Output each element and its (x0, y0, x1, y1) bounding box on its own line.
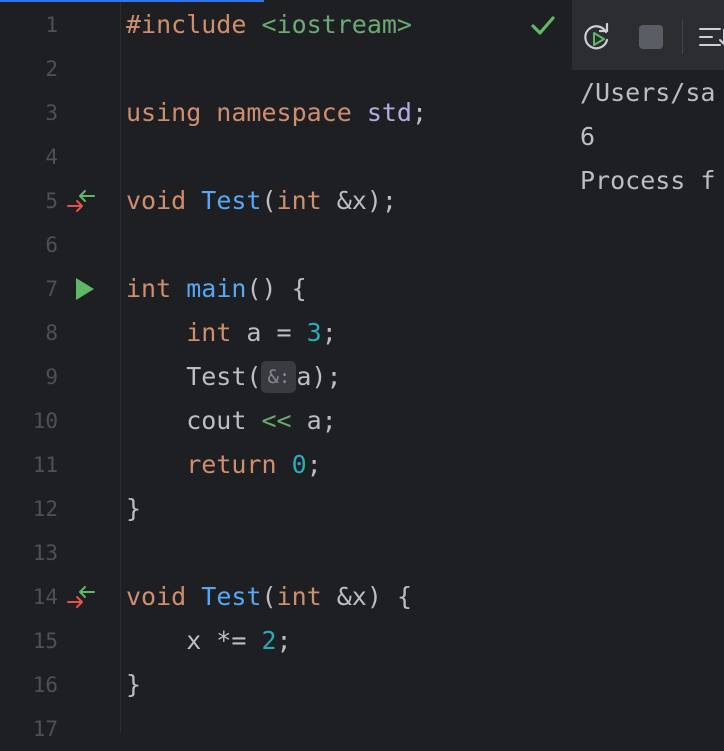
code-line[interactable]: 1 #include <iostream> (0, 3, 572, 47)
code-token: ( (261, 582, 277, 611)
progress-indicator (0, 0, 264, 2)
code-line[interactable]: 8 int a = 3; (0, 311, 572, 355)
code-token: #include (126, 10, 262, 39)
code-token: int (126, 274, 187, 303)
output-line-path: /Users/sa (580, 78, 716, 107)
line-number: 3 (45, 101, 58, 125)
code-token: ; (411, 98, 428, 127)
code-text: return 0; (126, 443, 322, 487)
code-text: Test(&: a); (126, 355, 342, 399)
code-token: int (276, 582, 322, 611)
code-token: Test (201, 186, 262, 215)
code-token: ; (276, 626, 292, 655)
code-token: &x) { (321, 582, 413, 611)
code-token: return (186, 450, 292, 479)
toolbar-separator (682, 20, 683, 54)
code-line[interactable]: 9 Test(&: a); (0, 355, 572, 399)
code-token: << (261, 406, 292, 435)
code-token: &x); (321, 186, 397, 215)
line-number: 11 (32, 453, 58, 477)
stop-icon[interactable] (634, 20, 668, 54)
code-text: int a = 3; (126, 311, 337, 355)
output-line-result: 6 (580, 122, 596, 151)
checkmark-icon[interactable] (530, 14, 556, 38)
code-line[interactable]: 4 (0, 135, 572, 179)
code-token: () { (246, 274, 307, 303)
code-text: using namespace std; (126, 91, 427, 135)
line-number: 2 (45, 57, 58, 81)
code-line[interactable]: 15 x *= 2; (0, 619, 572, 663)
navigate-arrows-icon[interactable] (66, 582, 96, 612)
code-token: Test( (126, 362, 262, 391)
code-text: void Test(int &x) { (126, 575, 412, 619)
code-token: <iostream> (261, 10, 412, 39)
line-number: 16 (32, 673, 58, 697)
line-number: 17 (32, 717, 58, 741)
line-number: 6 (45, 233, 58, 257)
code-text: } (126, 487, 141, 531)
line-number: 13 (32, 541, 58, 565)
code-token: int (186, 318, 232, 347)
code-text: void Test(int &x); (126, 179, 397, 223)
code-line[interactable]: 11 return 0; (0, 443, 572, 487)
code-token: 2 (261, 626, 277, 655)
code-token: } (126, 494, 142, 523)
code-token: std (366, 98, 412, 127)
line-number: 4 (45, 145, 58, 169)
code-token: int (276, 186, 322, 215)
code-line[interactable]: 16} (0, 663, 572, 707)
code-line[interactable]: 6 (0, 223, 572, 267)
code-token: a); (296, 362, 342, 391)
code-token: ; (321, 318, 337, 347)
code-text: int main() { (126, 267, 307, 311)
code-text: #include <iostream> (126, 3, 412, 47)
code-token: a = (231, 318, 307, 347)
code-line[interactable]: 12} (0, 487, 572, 531)
scroll-to-end-icon[interactable] (696, 20, 724, 54)
code-token: main (186, 274, 247, 303)
line-number: 10 (32, 409, 58, 433)
code-editor[interactable]: 1 #include <iostream> 2 3 using namespace st… (0, 0, 572, 741)
line-number: 7 (45, 277, 58, 301)
code-token: a; (291, 406, 337, 435)
line-number: 14 (32, 585, 58, 609)
rerun-icon[interactable] (580, 20, 614, 54)
gutter-divider (120, 0, 121, 732)
code-token: void (126, 186, 202, 215)
line-number: 8 (45, 321, 58, 345)
run-icon[interactable] (72, 274, 102, 304)
code-token: void (126, 582, 202, 611)
parameter-hint: &: (261, 361, 297, 393)
navigate-arrows-icon[interactable] (66, 186, 96, 216)
code-line[interactable]: 10 cout << a; (0, 399, 572, 443)
line-number: 5 (45, 189, 58, 213)
code-token: using namespace (126, 98, 367, 127)
code-text: } (126, 663, 141, 707)
code-line[interactable]: 3 using namespace std; (0, 91, 572, 135)
line-number: 1 (45, 13, 58, 37)
run-toolbar (572, 0, 724, 70)
code-token: x *= (126, 626, 262, 655)
code-text: x *= 2; (126, 619, 292, 663)
line-number: 12 (32, 497, 58, 521)
line-number: 15 (32, 629, 58, 653)
code-token: ; (306, 450, 322, 479)
code-line[interactable]: 17 (0, 707, 572, 751)
line-number: 9 (45, 365, 58, 389)
code-token: ( (261, 186, 277, 215)
code-token: } (126, 670, 142, 699)
code-text: cout << a; (126, 399, 337, 443)
code-token: Test (201, 582, 262, 611)
code-token: 3 (306, 318, 322, 347)
code-line[interactable]: 2 (0, 47, 572, 91)
code-token: cout (126, 406, 262, 435)
output-line-process: Process f (580, 166, 716, 195)
code-token: 0 (291, 450, 307, 479)
code-line[interactable]: 13 (0, 531, 572, 575)
